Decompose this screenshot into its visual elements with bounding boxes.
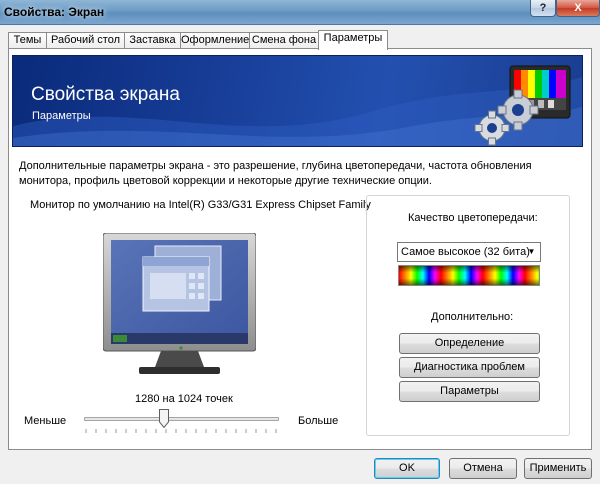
banner-subtitle: Параметры <box>32 110 91 122</box>
ok-button[interactable]: OK <box>374 458 440 479</box>
title-bar[interactable]: Свойства: Экран ? X <box>0 0 600 25</box>
monitor-preview-icon <box>103 233 256 374</box>
color-quality-value: Самое высокое (32 бита) <box>401 246 530 258</box>
apply-button[interactable]: Применить <box>524 458 592 479</box>
tab-themes[interactable]: Темы <box>8 32 47 49</box>
detect-button[interactable]: Определение <box>399 333 540 354</box>
troubleshoot-button[interactable]: Диагностика проблем <box>399 357 540 378</box>
monitor-label: Монитор по умолчанию на Intel(R) G33/G31… <box>30 199 371 211</box>
slider-more-label: Больше <box>298 415 339 427</box>
tab-settings[interactable]: Параметры <box>318 30 388 50</box>
resolution-text: 1280 на 1024 точек <box>135 393 233 405</box>
slider-less-label: Меньше <box>24 415 67 427</box>
tab-appearance[interactable]: Оформление <box>180 32 250 49</box>
tab-background-change[interactable]: Смена фона <box>249 32 319 49</box>
resolution-slider-track[interactable] <box>84 417 279 421</box>
header-banner: Свойства экрана Параметры <box>12 55 583 147</box>
color-spectrum-preview <box>398 265 540 286</box>
settings-description: Дополнительные параметры экрана - это ра… <box>19 160 532 187</box>
cancel-button[interactable]: Отмена <box>449 458 517 479</box>
tab-screensaver[interactable]: Заставка <box>124 32 181 49</box>
advanced-settings-button[interactable]: Параметры <box>399 381 540 402</box>
color-quality-label: Качество цветопередачи: <box>408 212 538 224</box>
tab-desktop[interactable]: Рабочий стол <box>46 32 125 49</box>
close-button[interactable]: X <box>556 0 600 17</box>
help-button[interactable]: ? <box>530 0 556 17</box>
color-quality-select[interactable]: Самое высокое (32 бита) ▼ <box>397 242 541 262</box>
display-settings-gears-icon <box>474 65 571 146</box>
advanced-label: Дополнительно: <box>431 311 514 323</box>
slider-ticks <box>85 429 277 433</box>
window-title: Свойства: Экран <box>4 5 105 19</box>
slider-thumb-icon[interactable] <box>159 409 169 428</box>
display-properties-window: Свойства: Экран ? X Темы Рабочий стол За… <box>0 0 600 484</box>
dropdown-arrow-icon[interactable]: ▼ <box>523 243 540 261</box>
banner-title: Свойства экрана <box>31 84 180 105</box>
